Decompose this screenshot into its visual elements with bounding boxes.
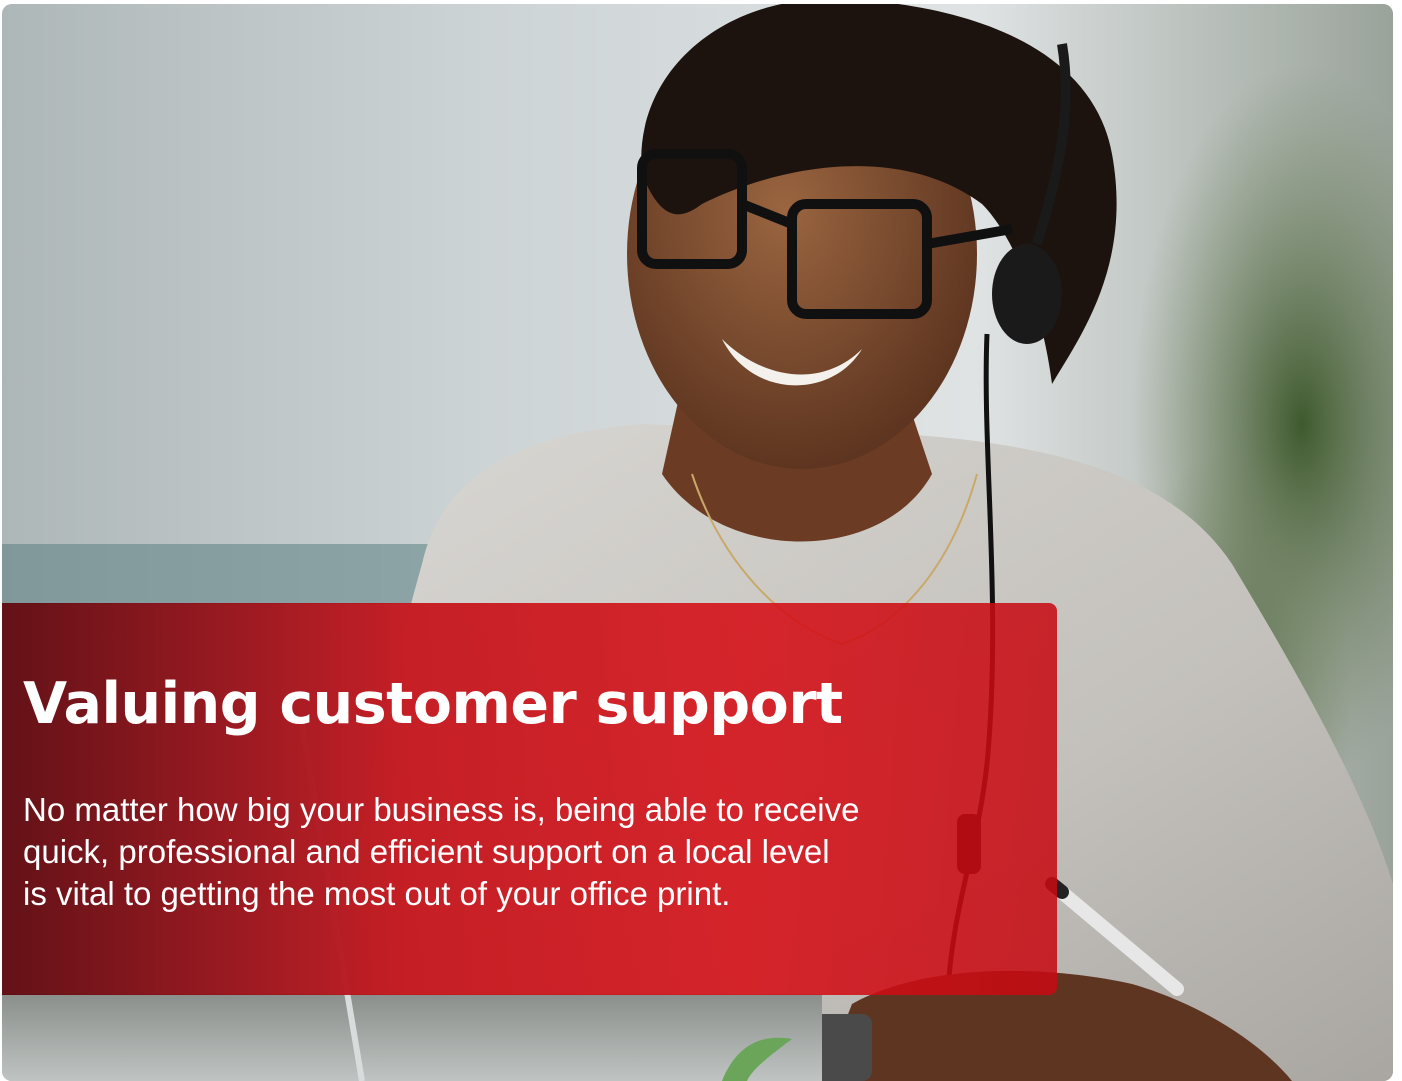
hero-description-line: quick, professional and efficient suppor… <box>23 833 830 870</box>
hero-card: Valuing customer support No matter how b… <box>2 4 1393 1081</box>
hero-title: Valuing customer support <box>23 671 843 737</box>
hero-description-line: is vital to getting the most out of your… <box>23 875 731 912</box>
hero-description-line: No matter how big your business is, bein… <box>23 791 860 828</box>
hero-description: No matter how big your business is, bein… <box>23 789 983 915</box>
